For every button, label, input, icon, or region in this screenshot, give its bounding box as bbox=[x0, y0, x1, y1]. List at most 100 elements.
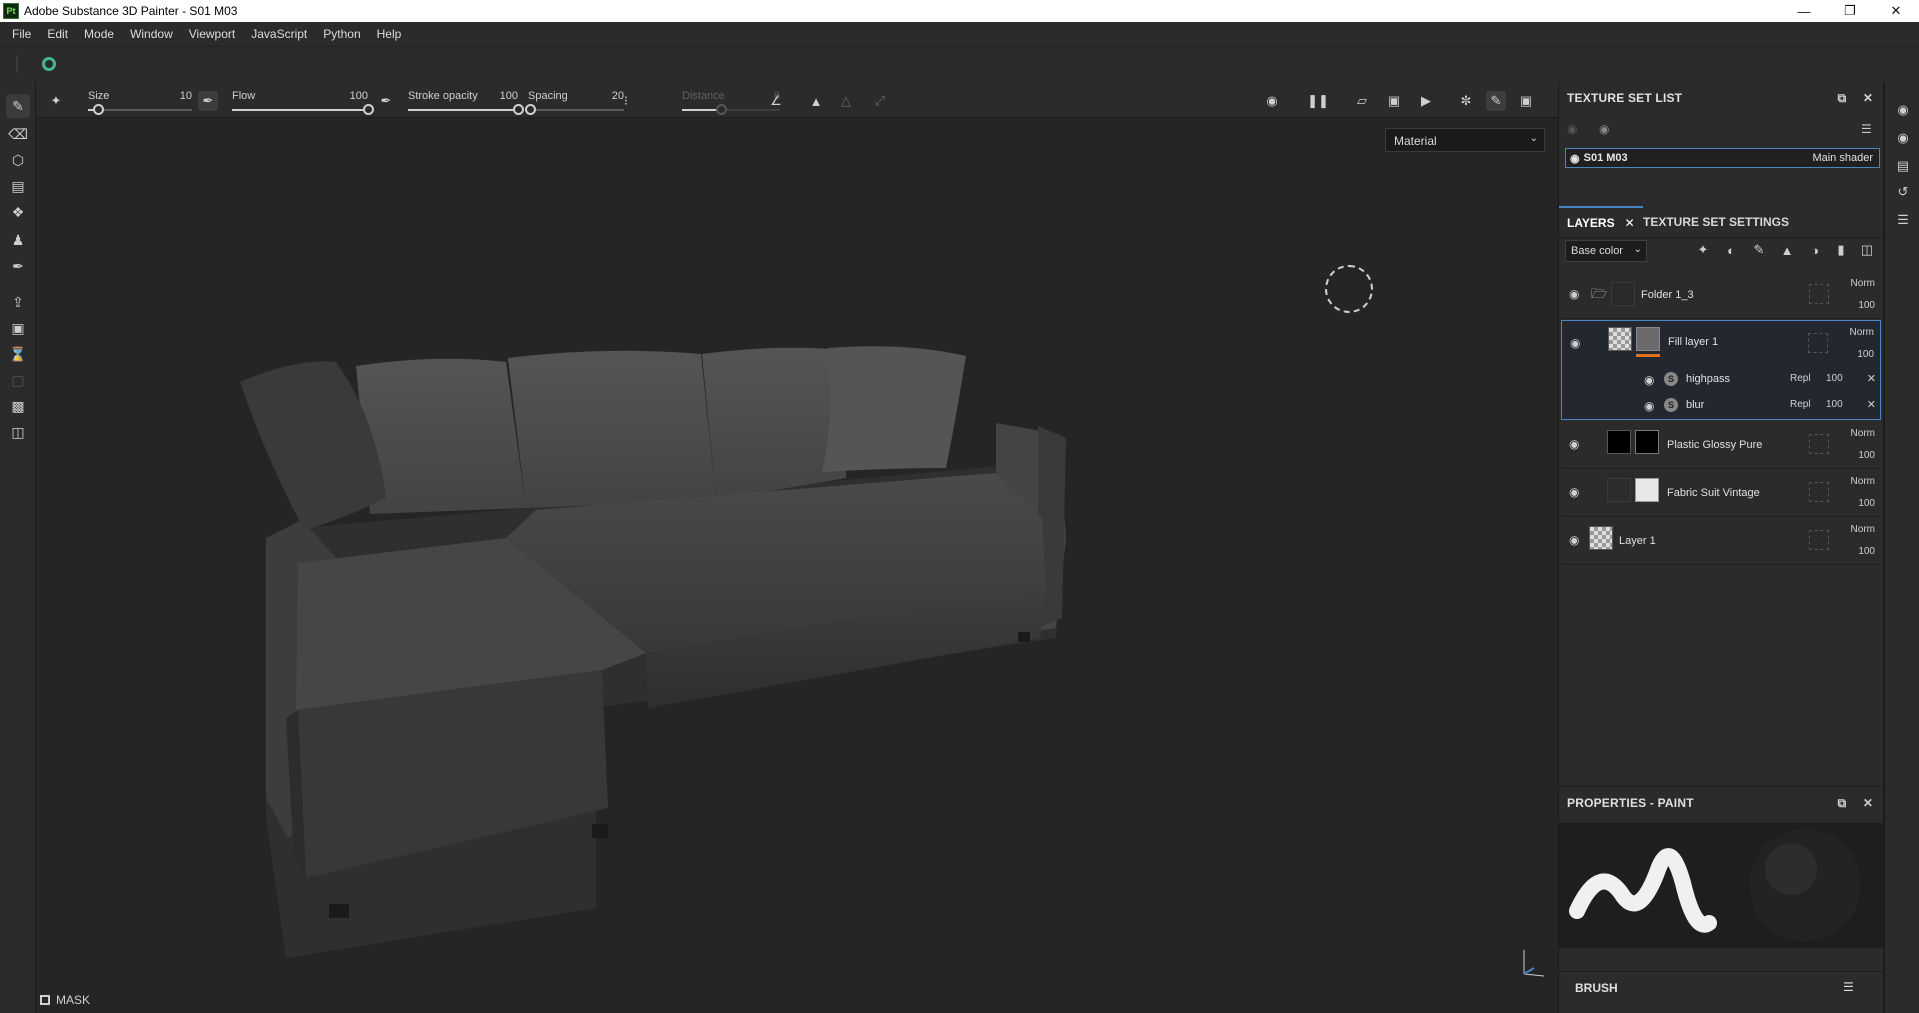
3d-viewport[interactable] bbox=[36, 118, 1558, 1013]
tab-texture-set-settings[interactable]: TEXTURE SET SETTINGS bbox=[1635, 206, 1797, 238]
size-knob[interactable] bbox=[93, 104, 105, 115]
add-paint-layer-icon[interactable]: ✎ bbox=[1749, 240, 1769, 260]
close-panel-icon[interactable]: ✕ bbox=[1861, 91, 1875, 105]
viewport-mode-select[interactable]: Material ⌄ bbox=[1385, 128, 1545, 152]
mask-toggle[interactable]: MASK bbox=[40, 993, 90, 1007]
pressure-size-icon[interactable]: ✒ bbox=[198, 91, 218, 111]
effect-opacity[interactable]: 100 bbox=[1826, 399, 1843, 410]
eraser-icon[interactable]: ⌫ bbox=[6, 122, 30, 146]
close-panel-icon[interactable]: ✕ bbox=[1861, 796, 1875, 810]
brush-menu-icon[interactable]: ☰ bbox=[1843, 980, 1854, 994]
cube-view-icon[interactable]: ▣ bbox=[1384, 91, 1404, 111]
blend-mode[interactable]: Norm bbox=[1851, 428, 1875, 439]
menu-help[interactable]: Help bbox=[369, 27, 410, 41]
eye-icon[interactable]: ◉ bbox=[1569, 533, 1579, 547]
layer-row[interactable]: ◉ Layer 1 Norm 100 bbox=[1561, 518, 1881, 565]
lazy-mouse-icon[interactable]: ⁝ bbox=[616, 91, 636, 111]
add-smart-material-icon[interactable]: ◑ bbox=[1805, 240, 1825, 260]
flow-track[interactable] bbox=[232, 104, 374, 115]
toolbar-grip[interactable] bbox=[16, 55, 18, 73]
add-mask-icon[interactable]: ◐ bbox=[1721, 240, 1741, 260]
mask-slot[interactable] bbox=[1809, 530, 1829, 550]
layer-row[interactable]: ◉ Plastic Glossy Pure Norm 100 bbox=[1561, 422, 1881, 469]
tab-layers[interactable]: LAYERS ✕ bbox=[1559, 206, 1643, 238]
line-angle-icon[interactable]: ∠ bbox=[766, 91, 786, 111]
brush-section-header[interactable]: BRUSH ☰ bbox=[1559, 971, 1884, 1003]
mask-slot[interactable] bbox=[1808, 333, 1828, 353]
texture-set-row[interactable]: ◉ S01 M03 Main shader bbox=[1565, 148, 1880, 168]
particles-icon[interactable]: ✼ bbox=[1456, 91, 1476, 111]
remove-effect-icon[interactable]: ✕ bbox=[1867, 398, 1876, 411]
solo-icon[interactable]: ◉ bbox=[1599, 122, 1609, 136]
smudge-icon[interactable]: ❖ bbox=[6, 200, 30, 224]
spacing-track[interactable] bbox=[524, 104, 624, 115]
flow-knob[interactable] bbox=[363, 104, 374, 115]
display-settings-icon[interactable]: ▩ bbox=[6, 394, 30, 418]
eye-icon[interactable]: ◉ bbox=[1644, 399, 1654, 413]
blend-mode[interactable]: Norm bbox=[1851, 278, 1875, 289]
mask-checkbox[interactable] bbox=[40, 995, 50, 1005]
polygon-fill-icon[interactable]: ▤ bbox=[6, 174, 30, 198]
menu-lines-icon[interactable]: ☰ bbox=[1861, 122, 1872, 136]
eye-icon[interactable]: ◉ bbox=[1570, 336, 1580, 350]
size-track[interactable] bbox=[88, 104, 192, 115]
effect-row[interactable]: ◉ S blur Repl 100 ✕ bbox=[1562, 393, 1882, 419]
blend-mode[interactable]: Norm bbox=[1851, 476, 1875, 487]
effect-opacity[interactable]: 100 bbox=[1826, 373, 1843, 384]
channel-select[interactable]: Base color ⌄ bbox=[1565, 240, 1647, 262]
layer-opacity[interactable]: 100 bbox=[1858, 498, 1875, 509]
paint-mode-icon[interactable]: ✎ bbox=[1486, 91, 1506, 111]
close-icon[interactable]: ✕ bbox=[1873, 0, 1919, 22]
menu-viewport[interactable]: Viewport bbox=[181, 27, 243, 41]
shelf-icon[interactable]: ◉ bbox=[1893, 100, 1913, 120]
history-icon[interactable]: ↺ bbox=[1893, 182, 1913, 202]
layer-opacity[interactable]: 100 bbox=[1858, 300, 1875, 311]
close-tab-icon[interactable]: ✕ bbox=[1625, 216, 1635, 230]
export-icon[interactable]: ⇪ bbox=[6, 290, 30, 314]
effect-blend[interactable]: Repl bbox=[1790, 399, 1811, 410]
bake-icon[interactable]: ▣ bbox=[6, 316, 30, 340]
spacing-slider[interactable]: Spacing 20 bbox=[524, 88, 624, 116]
eye-icon[interactable]: ◉ bbox=[1569, 287, 1579, 301]
layer-row[interactable]: ◉ Fabric Suit Vintage Norm 100 bbox=[1561, 470, 1881, 517]
hide-ui-icon[interactable]: ◉ bbox=[1262, 91, 1282, 111]
layer-opacity[interactable]: 100 bbox=[1857, 349, 1874, 360]
menu-window[interactable]: Window bbox=[122, 27, 181, 41]
video-camera-icon[interactable]: ▶ bbox=[1416, 91, 1436, 111]
layer-row[interactable]: ◉ 🗁 Folder 1_3 Norm 100 bbox=[1561, 272, 1881, 319]
brush-preset-icon[interactable]: ✦ bbox=[46, 91, 66, 111]
menu-javascript[interactable]: JavaScript bbox=[243, 27, 315, 41]
undock-icon[interactable]: ⧉ bbox=[1835, 796, 1849, 810]
layer-opacity[interactable]: 100 bbox=[1858, 546, 1875, 557]
projection-icon[interactable]: ⬡ bbox=[6, 148, 30, 172]
mask-slot[interactable] bbox=[1809, 284, 1829, 304]
mask-slot[interactable] bbox=[1809, 434, 1829, 454]
shader-name[interactable]: Main shader bbox=[1812, 152, 1873, 164]
spacing-knob[interactable] bbox=[524, 104, 536, 115]
eye-icon[interactable]: ◉ bbox=[1644, 373, 1654, 387]
restore-icon[interactable]: ❐ bbox=[1827, 0, 1873, 22]
eye-icon[interactable]: ◉ bbox=[1569, 485, 1579, 499]
pressure-flow-icon[interactable]: ✒ bbox=[376, 91, 396, 111]
add-folder-icon[interactable]: ▮ bbox=[1831, 240, 1851, 260]
stroke-opacity-knob[interactable] bbox=[513, 104, 524, 115]
pause-icon[interactable]: ❚❚ bbox=[1307, 91, 1329, 111]
blend-mode[interactable]: Norm bbox=[1851, 524, 1875, 535]
menu-python[interactable]: Python bbox=[315, 27, 368, 41]
menu-mode[interactable]: Mode bbox=[76, 27, 122, 41]
environment-icon[interactable]: ◉ bbox=[1893, 128, 1913, 148]
paint-brush-icon[interactable]: ✎ bbox=[6, 94, 30, 118]
add-fill-layer-icon[interactable]: ▲ bbox=[1777, 240, 1797, 260]
layer-opacity[interactable]: 100 bbox=[1858, 450, 1875, 461]
color-picker-icon[interactable]: ✒ bbox=[6, 254, 30, 278]
remove-effect-icon[interactable]: ✕ bbox=[1867, 372, 1876, 385]
clone-stamp-icon[interactable]: ♟ bbox=[6, 228, 30, 252]
delete-layer-icon[interactable]: ◫ bbox=[1857, 240, 1877, 260]
plugin-logo-icon[interactable] bbox=[42, 57, 56, 71]
3d-view-icon[interactable]: ◫ bbox=[6, 420, 30, 444]
log-icon[interactable]: ☰ bbox=[1893, 210, 1913, 230]
undock-icon[interactable]: ⧉ bbox=[1835, 91, 1849, 105]
assets-icon[interactable]: ▤ bbox=[1893, 156, 1913, 176]
size-slider[interactable]: Size 10 bbox=[88, 88, 192, 116]
symmetry-icon[interactable]: ▲ bbox=[806, 91, 826, 111]
